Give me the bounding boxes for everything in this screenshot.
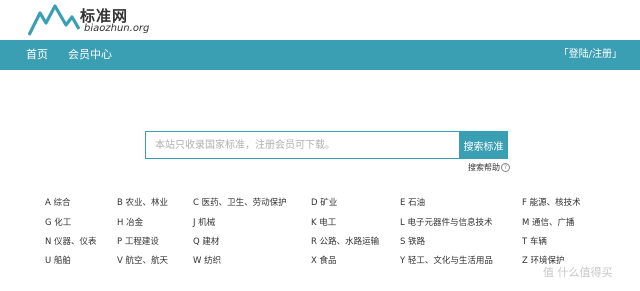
- logo-domain: biaozhun.org: [84, 23, 150, 34]
- search-help-label: 搜索帮助: [468, 163, 500, 172]
- header: 标准网 biaozhun.org: [0, 0, 640, 40]
- nav-member-center[interactable]: 会员中心: [68, 40, 112, 70]
- category-link[interactable]: C 医药、卫生、劳动保护: [193, 196, 287, 208]
- site-logo[interactable]: 标准网 biaozhun.org: [28, 3, 149, 37]
- category-link[interactable]: G 化工: [45, 216, 71, 228]
- login-register: 「登陆/注册」: [559, 40, 622, 70]
- nav-home[interactable]: 首页: [26, 40, 48, 70]
- category-link[interactable]: B 农业、林业: [117, 196, 168, 208]
- search-button[interactable]: 搜索标准: [459, 131, 508, 159]
- watermark: 值 什么值得买: [543, 266, 613, 279]
- category-link[interactable]: S 铁路: [400, 235, 425, 247]
- mountain-logo-icon: [28, 4, 80, 36]
- category-link[interactable]: T 车辆: [522, 235, 547, 247]
- login-register-link[interactable]: 登陆/注册: [569, 49, 612, 60]
- category-link[interactable]: A 综合: [45, 196, 71, 208]
- category-link[interactable]: H 冶金: [117, 216, 143, 228]
- category-link[interactable]: M 通信、广播: [522, 216, 575, 228]
- category-link[interactable]: L 电子元器件与信息技术: [400, 216, 492, 228]
- search-input[interactable]: [145, 131, 459, 159]
- category-link[interactable]: J 机械: [193, 216, 215, 228]
- category-link[interactable]: W 纺织: [193, 254, 221, 266]
- question-icon: ?: [501, 163, 510, 172]
- category-link[interactable]: U 船舶: [45, 254, 71, 266]
- category-link[interactable]: K 电工: [311, 216, 336, 228]
- bracket-close: 」: [612, 49, 622, 60]
- category-link[interactable]: V 航空、航天: [117, 254, 168, 266]
- category-link[interactable]: X 食品: [311, 254, 337, 266]
- category-link[interactable]: D 矿业: [311, 196, 337, 208]
- category-link[interactable]: F 能源、核技术: [522, 196, 581, 208]
- search-help[interactable]: 搜索帮助?: [468, 162, 510, 173]
- category-link[interactable]: R 公路、水路运输: [311, 235, 379, 247]
- category-link[interactable]: Y 轻工、文化与生活用品: [400, 254, 493, 266]
- category-link[interactable]: Q 建材: [193, 235, 219, 247]
- category-link[interactable]: E 石油: [400, 196, 425, 208]
- category-link[interactable]: N 仪器、仪表: [45, 235, 97, 247]
- search-bar: 搜索标准: [145, 131, 508, 159]
- navbar: 首页 会员中心 「登陆/注册」: [0, 40, 640, 70]
- category-link[interactable]: P 工程建设: [117, 235, 159, 247]
- bracket-open: 「: [558, 49, 569, 60]
